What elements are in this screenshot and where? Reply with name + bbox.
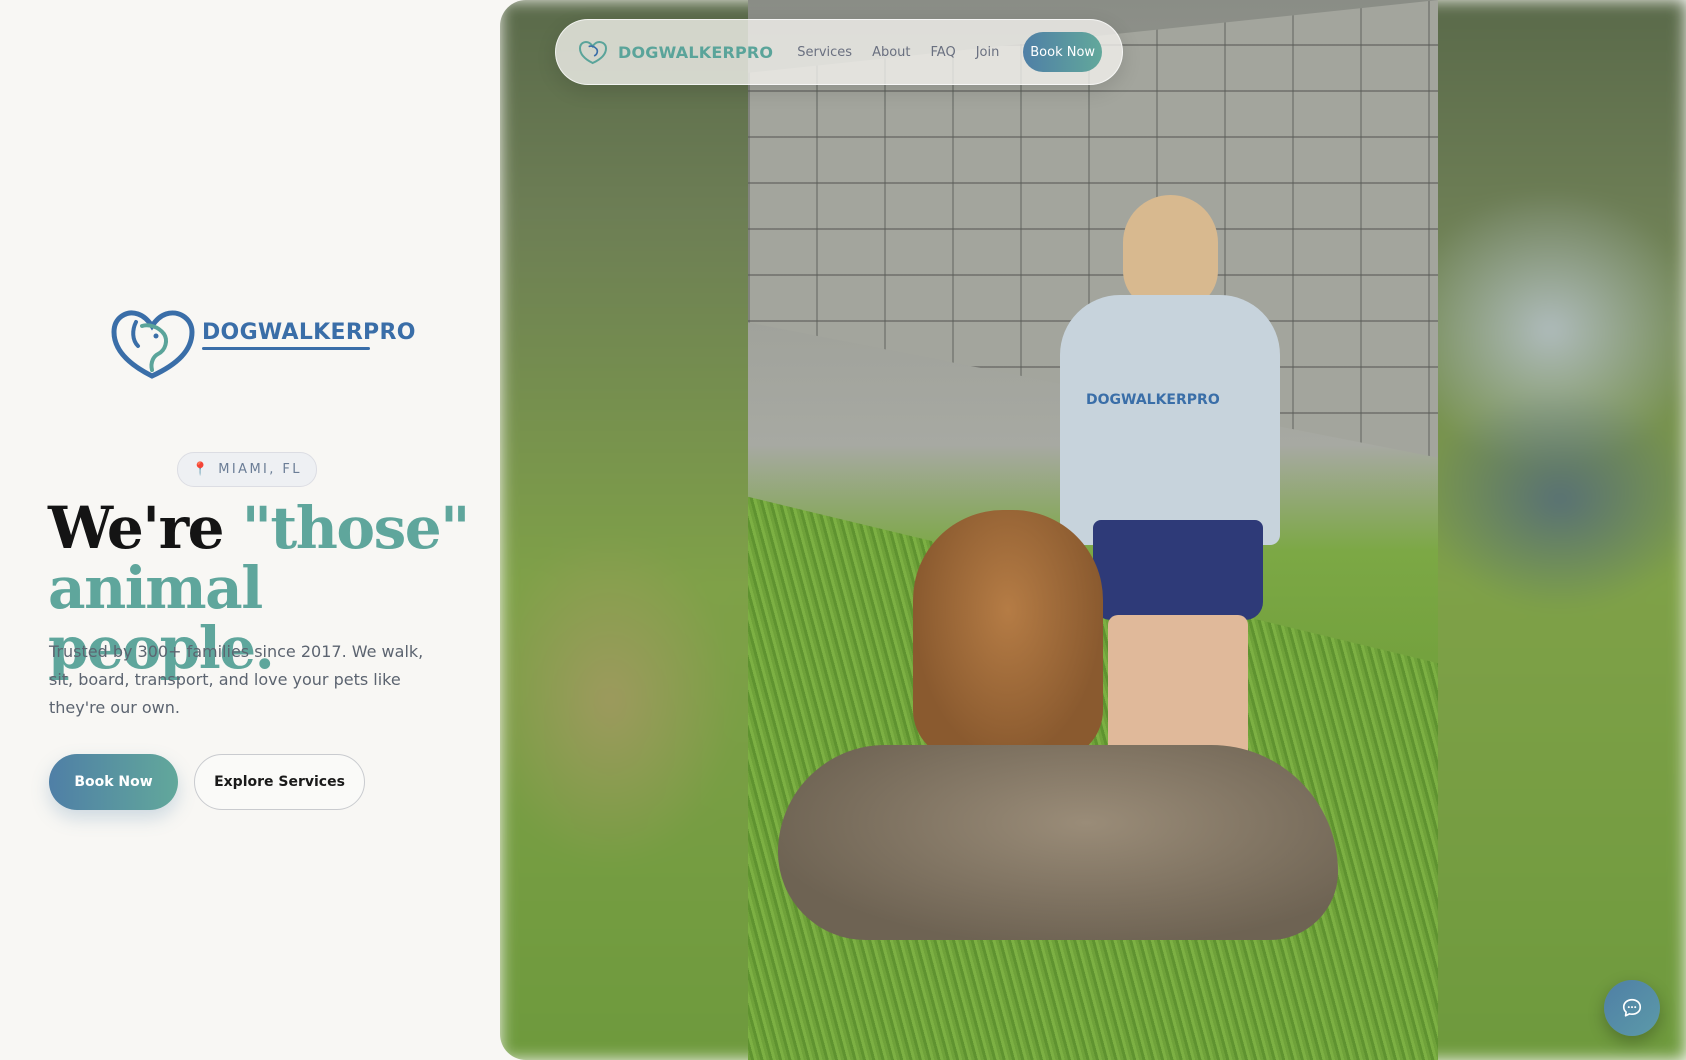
top-nav: DOGWALKERPRO Services About FAQ Join Boo… xyxy=(555,19,1123,85)
brand-wordmark: DOGWALKERPRO xyxy=(202,320,416,345)
location-badge: 📍 MIAMI, FL xyxy=(177,452,317,487)
person-legs xyxy=(1108,615,1248,765)
person-shirt xyxy=(1060,295,1280,545)
headline-part1: We're xyxy=(48,494,242,562)
nav-logo-text: DOGWALKERPRO xyxy=(618,42,774,62)
nav-logo[interactable]: DOGWALKERPRO xyxy=(578,39,773,65)
person-shorts xyxy=(1093,520,1263,620)
dog-heart-logo-icon xyxy=(111,310,195,379)
dog-sitting xyxy=(913,510,1103,760)
brand-underline xyxy=(202,347,370,350)
explore-services-button[interactable]: Explore Services xyxy=(194,754,365,810)
brand-logo: DOGWALKERPRO xyxy=(108,306,415,380)
chat-button[interactable] xyxy=(1604,980,1660,1036)
dog-walking xyxy=(778,745,1338,940)
nav-link-faq[interactable]: FAQ xyxy=(931,45,956,60)
map-pin-icon: 📍 xyxy=(192,462,209,477)
hero-photo: DOGWALKERPRO xyxy=(500,0,1686,1060)
location-text: MIAMI, FL xyxy=(218,462,302,477)
chat-bubble-icon xyxy=(1622,998,1642,1017)
nav-book-now-button[interactable]: Book Now xyxy=(1023,32,1102,72)
person-head xyxy=(1123,195,1218,310)
nav-link-about[interactable]: About xyxy=(872,45,910,60)
book-now-button[interactable]: Book Now xyxy=(49,754,178,810)
hero-left-panel: DOGWALKERPRO 📍 MIAMI, FL We're "those" a… xyxy=(0,0,500,1060)
nav-link-services[interactable]: Services xyxy=(797,45,852,60)
shirt-logo-text: DOGWALKERPRO xyxy=(1086,392,1220,408)
nav-link-join[interactable]: Join xyxy=(976,45,1000,60)
hero-lead: Trusted by 300+ families since 2017. We … xyxy=(49,642,424,717)
dog-heart-logo-icon xyxy=(578,41,608,65)
photo-main: DOGWALKERPRO xyxy=(748,0,1438,1060)
